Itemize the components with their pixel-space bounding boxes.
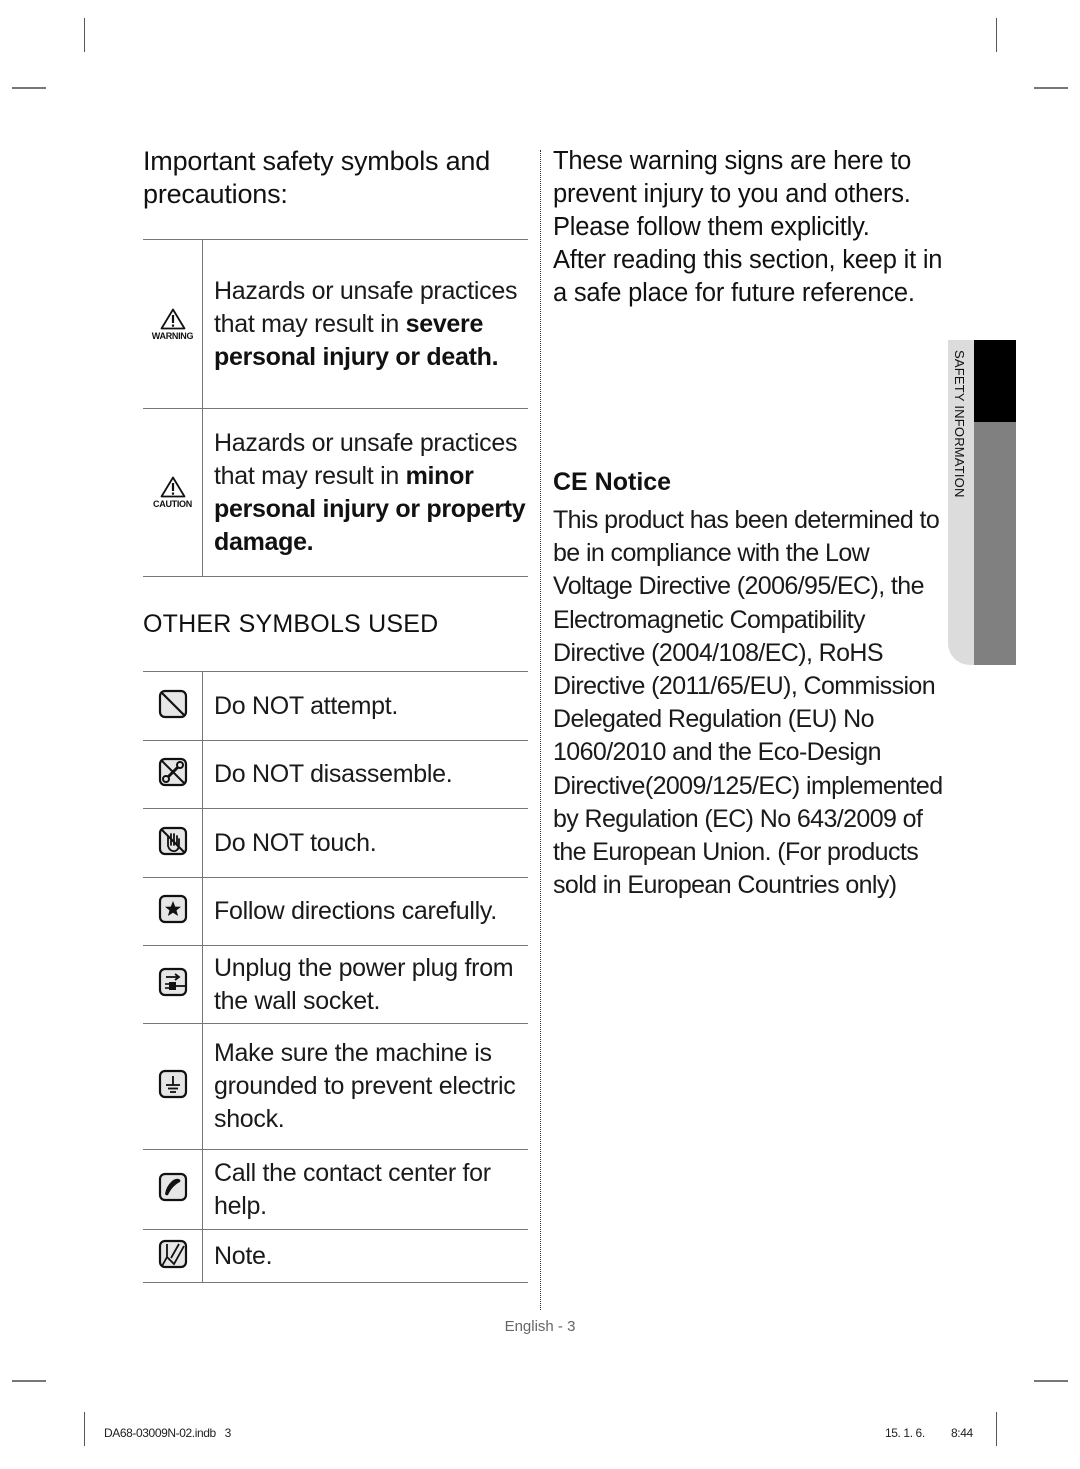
phone-icon bbox=[158, 1172, 187, 1202]
precautions-table: WARNING Hazards or unsafe practices that… bbox=[143, 239, 528, 577]
crop-mark bbox=[996, 18, 997, 52]
caution-triangle-icon: CAUTION bbox=[153, 476, 192, 509]
column-divider bbox=[540, 150, 541, 1310]
intro-line: After reading this section, keep it in a… bbox=[553, 246, 943, 307]
left-column: Important safety symbols and precautions… bbox=[143, 145, 528, 211]
section-tab-label: SAFETY INFORMATION bbox=[952, 350, 967, 498]
symbol-text: Do NOT disassemble. bbox=[202, 740, 528, 809]
ce-notice-heading: CE Notice bbox=[553, 468, 672, 496]
crop-mark bbox=[1034, 87, 1068, 89]
other-symbols-table: Do NOT attempt. Do NOT disassemble. Do N… bbox=[143, 671, 528, 1283]
precaution-text: Hazards or unsafe practices that may res… bbox=[202, 239, 528, 409]
unplug-icon bbox=[158, 967, 187, 997]
symbol-row: Do NOT disassemble. bbox=[143, 740, 528, 809]
footer-filename: DA68-03009N-02.indb 3 bbox=[104, 1426, 231, 1440]
symbol-row: Note. bbox=[143, 1229, 528, 1283]
crop-mark bbox=[996, 1412, 997, 1446]
precaution-text: Hazards or unsafe practices that may res… bbox=[202, 408, 528, 577]
no-touch-icon bbox=[158, 826, 187, 855]
other-symbols-heading: OTHER SYMBOLS USED bbox=[143, 610, 439, 638]
crop-mark bbox=[12, 1380, 46, 1382]
ground-icon bbox=[158, 1069, 187, 1099]
symbol-text: Unplug the power plug from the wall sock… bbox=[202, 945, 528, 1024]
symbol-row: Call the contact center for help. bbox=[143, 1149, 528, 1230]
crop-mark bbox=[84, 18, 85, 52]
symbol-text: Note. bbox=[202, 1229, 528, 1283]
star-icon bbox=[158, 894, 187, 924]
note-icon bbox=[158, 1239, 187, 1268]
right-column: These warning signs are here to prevent … bbox=[553, 145, 948, 310]
warning-intro-text: These warning signs are here to prevent … bbox=[553, 145, 948, 310]
precaution-row-warning: WARNING Hazards or unsafe practices that… bbox=[143, 239, 528, 409]
caution-label: CAUTION bbox=[153, 499, 192, 509]
crop-mark bbox=[84, 1412, 85, 1446]
symbol-row: Do NOT touch. bbox=[143, 808, 528, 878]
symbol-text: Make sure the machine is grounded to pre… bbox=[202, 1023, 528, 1150]
precaution-row-caution: CAUTION Hazards or unsafe practices that… bbox=[143, 408, 528, 577]
symbol-text: Do NOT attempt. bbox=[202, 671, 528, 741]
page-number: English - 3 bbox=[504, 1318, 576, 1335]
intro-line: These warning signs are here to prevent … bbox=[553, 147, 912, 208]
symbol-text: Follow directions carefully. bbox=[202, 877, 528, 946]
symbol-row: Make sure the machine is grounded to pre… bbox=[143, 1023, 528, 1150]
crop-mark bbox=[12, 87, 46, 89]
crop-mark bbox=[1034, 1380, 1068, 1382]
symbol-text: Do NOT touch. bbox=[202, 808, 528, 878]
symbol-text: Call the contact center for help. bbox=[202, 1149, 528, 1230]
symbol-row: Follow directions carefully. bbox=[143, 877, 528, 946]
symbol-row: Do NOT attempt. bbox=[143, 671, 528, 741]
ce-notice-body: This product has been determined to be i… bbox=[553, 506, 943, 900]
section-tab: SAFETY INFORMATION bbox=[948, 340, 1016, 665]
safety-symbols-heading: Important safety symbols and precautions… bbox=[143, 146, 491, 209]
footer-time: 8:44 bbox=[951, 1426, 973, 1440]
intro-line: Please follow them explicitly. bbox=[553, 213, 870, 241]
symbol-row: Unplug the power plug from the wall sock… bbox=[143, 945, 528, 1024]
warning-label: WARNING bbox=[151, 330, 194, 341]
warning-triangle-icon: WARNING bbox=[151, 308, 194, 341]
no-disassemble-icon bbox=[158, 757, 187, 787]
footer-date: 15. 1. 6. bbox=[885, 1426, 925, 1440]
prohibition-icon bbox=[158, 689, 187, 718]
active-tab-marker bbox=[974, 340, 1016, 422]
